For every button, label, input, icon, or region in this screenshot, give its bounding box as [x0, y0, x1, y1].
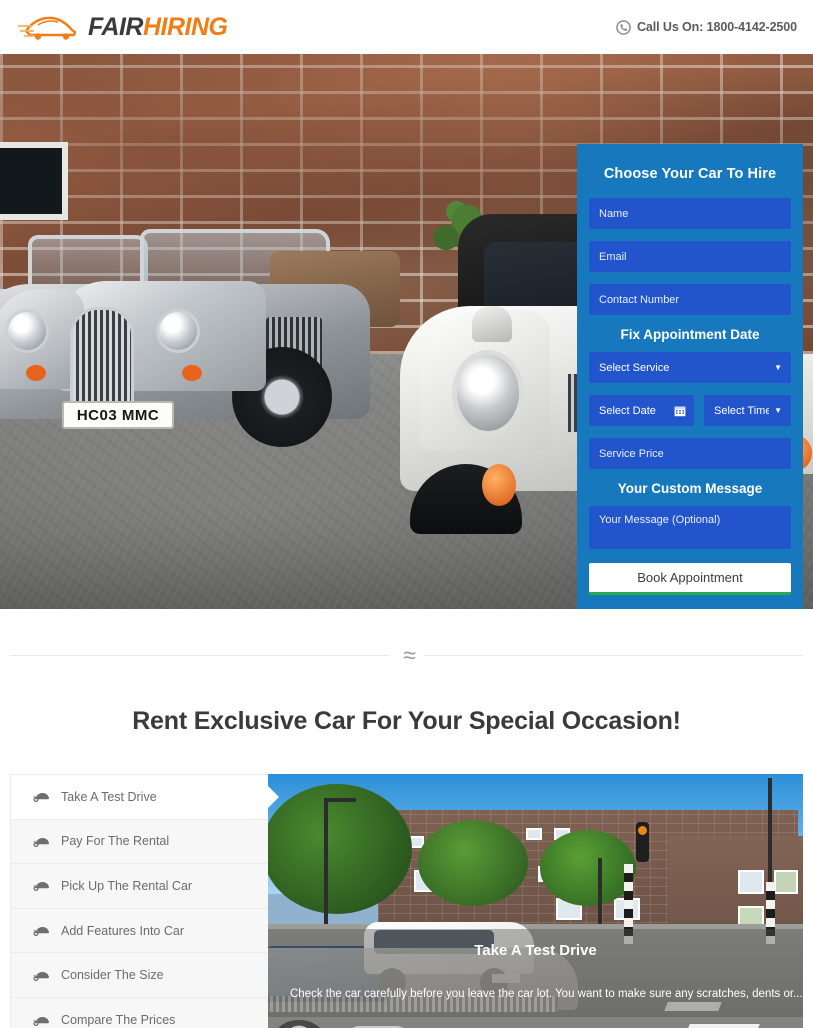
- name-input[interactable]: [589, 198, 791, 229]
- panel-description: Check the car carefully before you leave…: [268, 971, 803, 1017]
- tabs-area: Take A Test Drive Pay For The Rental Pic…: [10, 774, 803, 1028]
- time-select-wrapper: Select Time ▼: [704, 395, 791, 426]
- message-textarea[interactable]: [589, 506, 791, 549]
- tab-label: Pick Up The Rental Car: [61, 878, 193, 893]
- page-title: Rent Exclusive Car For Your Special Occa…: [132, 707, 681, 735]
- tab-label: Pay For The Rental: [61, 834, 170, 849]
- brand-text-hiring: HIRING: [142, 12, 228, 41]
- contact-number-input[interactable]: [589, 284, 791, 315]
- brand-logo[interactable]: FAIRHIRING: [18, 12, 228, 42]
- date-time-row: Select Date Select Time ▼: [589, 395, 791, 426]
- car-logo-icon: [18, 16, 77, 40]
- hero-section: C HC03 MMC: [0, 54, 813, 609]
- tab-label: Consider The Size: [61, 968, 164, 983]
- date-picker[interactable]: Select Date: [589, 395, 694, 426]
- tab-pick-up-the-rental-car[interactable]: Pick Up The Rental Car: [11, 864, 268, 909]
- call-us-block[interactable]: Call Us On: 1800-4142-2500: [616, 19, 797, 35]
- silver-classic-car: HC03 MMC: [0, 229, 400, 479]
- tab-label: Compare The Prices: [61, 1013, 176, 1028]
- crosswalk-stripe: [686, 1024, 760, 1028]
- tree: [540, 830, 636, 906]
- brand-text-fair: FAIR: [88, 12, 143, 41]
- traffic-light: [636, 822, 649, 862]
- car-icon: [33, 793, 50, 803]
- booking-form-panel: Choose Your Car To Hire Fix Appointment …: [577, 144, 803, 609]
- date-picker-label: Select Date: [599, 404, 656, 417]
- sign-pole: [598, 858, 602, 934]
- brand-wordmark: FAIRHIRING: [88, 12, 228, 41]
- license-plate-main: HC03 MMC: [62, 401, 174, 429]
- street-lamp-pole: [324, 798, 328, 928]
- tab-label: Add Features Into Car: [61, 923, 184, 938]
- appointment-section-title: Fix Appointment Date: [620, 327, 760, 342]
- tab-compare-the-prices[interactable]: Compare The Prices: [11, 997, 268, 1028]
- tree: [268, 784, 412, 914]
- service-select-wrapper: Select Service ▼: [589, 352, 791, 383]
- time-select[interactable]: Select Time: [704, 395, 791, 426]
- tab-consider-the-size[interactable]: Consider The Size: [11, 953, 268, 998]
- tree: [418, 820, 528, 906]
- service-price-input[interactable]: [589, 438, 791, 469]
- book-appointment-button[interactable]: Book Appointment: [589, 563, 791, 595]
- tab-list: Take A Test Drive Pay For The Rental Pic…: [10, 774, 268, 1028]
- calendar-icon: [674, 406, 686, 416]
- phone-number-text: Call Us On: 1800-4142-2500: [637, 20, 797, 34]
- wave-ornament-icon: ≈: [389, 643, 424, 667]
- message-section-title: Your Custom Message: [617, 481, 763, 496]
- wall-window: [0, 142, 68, 220]
- form-title: Choose Your Car To Hire: [603, 166, 777, 182]
- tab-label: Take A Test Drive: [61, 789, 157, 804]
- tab-pay-for-the-rental[interactable]: Pay For The Rental: [11, 819, 268, 865]
- section-divider: ≈: [0, 609, 813, 701]
- tab-content-panel: Take A Test Drive Check the car carefull…: [268, 774, 803, 1028]
- car-icon: [33, 1016, 50, 1026]
- tab-add-features-into-car[interactable]: Add Features Into Car: [11, 908, 268, 954]
- street-lamp-arm: [324, 798, 356, 802]
- car-icon: [33, 927, 50, 937]
- car-icon: [33, 837, 50, 847]
- panel-title: Take A Test Drive: [268, 929, 803, 971]
- phone-icon: [616, 19, 631, 35]
- tab-take-a-test-drive[interactable]: Take A Test Drive: [11, 775, 268, 820]
- email-input[interactable]: [589, 241, 791, 272]
- site-header: FAIRHIRING Call Us On: 1800-4142-2500: [0, 0, 813, 54]
- service-select[interactable]: Select Service: [589, 352, 791, 383]
- car-icon: [33, 971, 50, 981]
- car-icon: [33, 882, 50, 892]
